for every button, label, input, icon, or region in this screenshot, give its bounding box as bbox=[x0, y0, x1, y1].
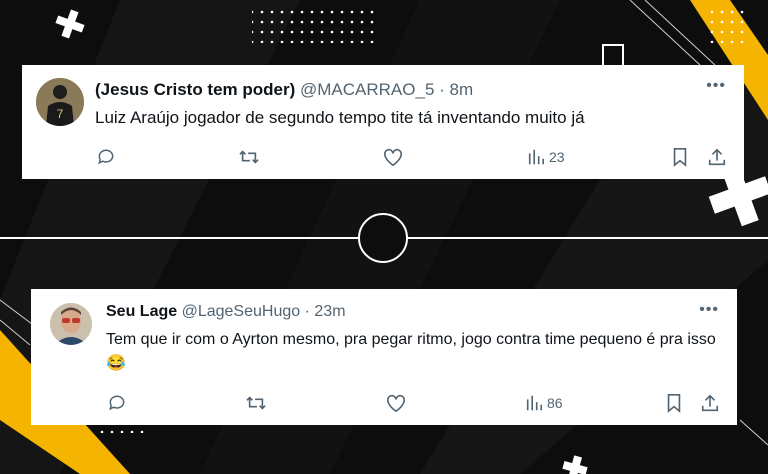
avatar-man-sunglasses-icon bbox=[50, 303, 92, 345]
retweet-icon bbox=[246, 396, 266, 410]
share-icon bbox=[701, 394, 719, 412]
views-count: 23 bbox=[549, 149, 565, 165]
plus-shape bbox=[562, 455, 588, 474]
display-name[interactable]: Seu Lage bbox=[106, 303, 177, 320]
retweet-button[interactable] bbox=[245, 393, 267, 413]
reply-icon bbox=[98, 149, 114, 165]
reply-button[interactable] bbox=[107, 393, 127, 413]
white-line bbox=[739, 419, 768, 446]
dot-grid bbox=[252, 5, 380, 43]
background-stage: 7 (Jesus Cristo tem poder) @MACARRAO_5 ·… bbox=[0, 0, 768, 474]
goal-box bbox=[602, 44, 624, 68]
dot-grid bbox=[95, 425, 145, 433]
analytics-icon bbox=[526, 395, 543, 411]
tweet-header: Seu Lage @LageSeuHugo · 23m bbox=[106, 303, 346, 321]
analytics-icon bbox=[528, 149, 545, 165]
tweet-card[interactable]: 7 (Jesus Cristo tem poder) @MACARRAO_5 ·… bbox=[22, 65, 744, 179]
dot-grid bbox=[708, 5, 750, 43]
avatar[interactable]: 7 bbox=[36, 78, 84, 126]
plus-shape bbox=[55, 9, 85, 39]
share-icon bbox=[708, 148, 726, 166]
views-button[interactable]: 86 bbox=[525, 394, 563, 412]
display-name[interactable]: (Jesus Cristo tem poder) bbox=[95, 80, 295, 99]
svg-text:7: 7 bbox=[57, 107, 64, 121]
white-line bbox=[629, 0, 701, 66]
views-count: 86 bbox=[547, 395, 563, 411]
bookmark-icon bbox=[667, 394, 681, 413]
retweet-button[interactable] bbox=[238, 147, 260, 167]
avatar-player-silhouette-icon: 7 bbox=[36, 78, 84, 126]
separator-dot: · bbox=[439, 80, 445, 99]
reply-button[interactable] bbox=[96, 147, 116, 167]
like-button[interactable] bbox=[385, 393, 407, 413]
views-button[interactable]: 23 bbox=[527, 148, 565, 166]
bookmark-button[interactable] bbox=[665, 393, 683, 413]
more-options-icon[interactable]: ••• bbox=[699, 301, 719, 319]
center-circle bbox=[358, 213, 408, 263]
more-options-icon[interactable]: ••• bbox=[706, 77, 726, 95]
tweet-text: Tem que ir com o Ayrton mesmo, pra pegar… bbox=[106, 331, 716, 372]
reply-icon bbox=[109, 395, 125, 411]
share-button[interactable] bbox=[700, 393, 720, 413]
share-button[interactable] bbox=[707, 147, 727, 167]
bookmark-icon bbox=[673, 148, 687, 167]
timestamp[interactable]: 23m bbox=[314, 303, 345, 320]
tweet-card[interactable]: Seu Lage @LageSeuHugo · 23m ••• Tem que … bbox=[31, 289, 737, 425]
timestamp[interactable]: 8m bbox=[450, 80, 474, 99]
heart-icon bbox=[384, 148, 402, 167]
separator-dot: · bbox=[304, 303, 310, 320]
user-handle[interactable]: @LageSeuHugo bbox=[182, 303, 301, 320]
avatar[interactable] bbox=[50, 303, 92, 345]
heart-icon bbox=[387, 394, 405, 413]
user-handle[interactable]: @MACARRAO_5 bbox=[300, 80, 434, 99]
like-button[interactable] bbox=[382, 147, 404, 167]
tweet-text: Luiz Araújo jogador de segundo tempo tit… bbox=[95, 108, 585, 127]
bookmark-button[interactable] bbox=[671, 147, 689, 167]
tweet-header: (Jesus Cristo tem poder) @MACARRAO_5 · 8… bbox=[95, 80, 473, 100]
retweet-icon bbox=[239, 150, 259, 164]
